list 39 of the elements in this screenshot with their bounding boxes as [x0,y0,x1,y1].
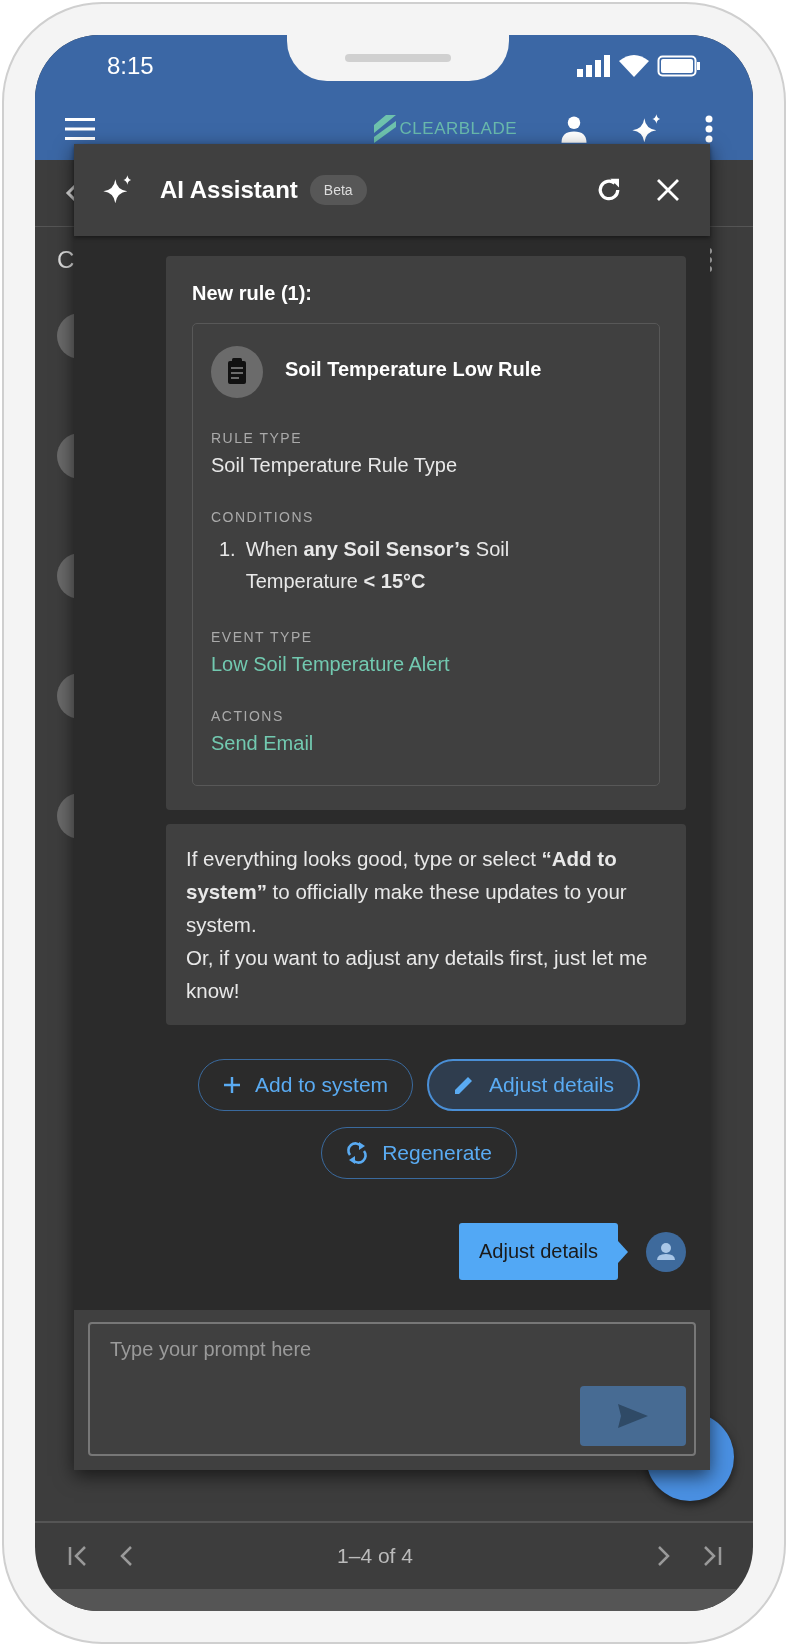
field-label: RULE TYPE [211,430,304,446]
first-page-icon[interactable] [67,1545,89,1567]
more-icon[interactable] [705,114,713,143]
previous-page-icon[interactable] [119,1545,133,1567]
message-text: Or, if you want to adjust any details first, just let me know! [186,945,649,1004]
logo-text: CLEARBLADE [399,118,517,139]
clipboard-icon [211,346,263,398]
prompt-field[interactable]: Type your prompt here [88,1322,696,1456]
panel-title: AI Assistant [160,176,298,204]
field-value: Soil Temperature Rule Type [211,454,459,477]
field-label: ACTIONS [211,708,285,724]
bubble-tail-icon [618,1240,628,1263]
beta-badge: Beta [309,175,367,205]
pagination-range: 1–4 of 4 [336,1544,414,1568]
field-link[interactable]: Low Soil Temperature Alert [211,653,450,676]
user-message: Adjust details [459,1223,618,1280]
plus-icon [223,1076,241,1094]
page-title: C [57,246,75,274]
status-time: 8:15 [107,52,154,80]
field-link[interactable]: Send Email [211,732,314,755]
logo-icon [371,114,398,143]
condition-text: When any Soil Sensor’s Soil Temperature < 15°C [245,537,511,594]
send-icon [616,1402,650,1430]
field-label: EVENT TYPE [211,629,314,645]
rule-name: Soil Temperature Low Rule [285,358,542,381]
message-text: If everything looks good, type or select “Add to system” to officially make these updates to your system. [186,846,628,938]
suggestion-chip[interactable]: Adjust details [427,1059,640,1111]
last-page-icon[interactable] [701,1545,723,1567]
user-avatar [646,1231,686,1272]
field-label: CONDITIONS [211,509,315,525]
signal-icon [577,55,611,77]
close-icon[interactable] [656,178,680,202]
next-page-icon[interactable] [657,1545,671,1567]
menu-icon[interactable] [65,117,95,140]
battery-icon [657,55,701,77]
sync-icon [346,1141,369,1165]
message-heading: New rule (1): [192,282,314,305]
wifi-icon [619,55,649,77]
list-number: 1. [219,537,236,562]
